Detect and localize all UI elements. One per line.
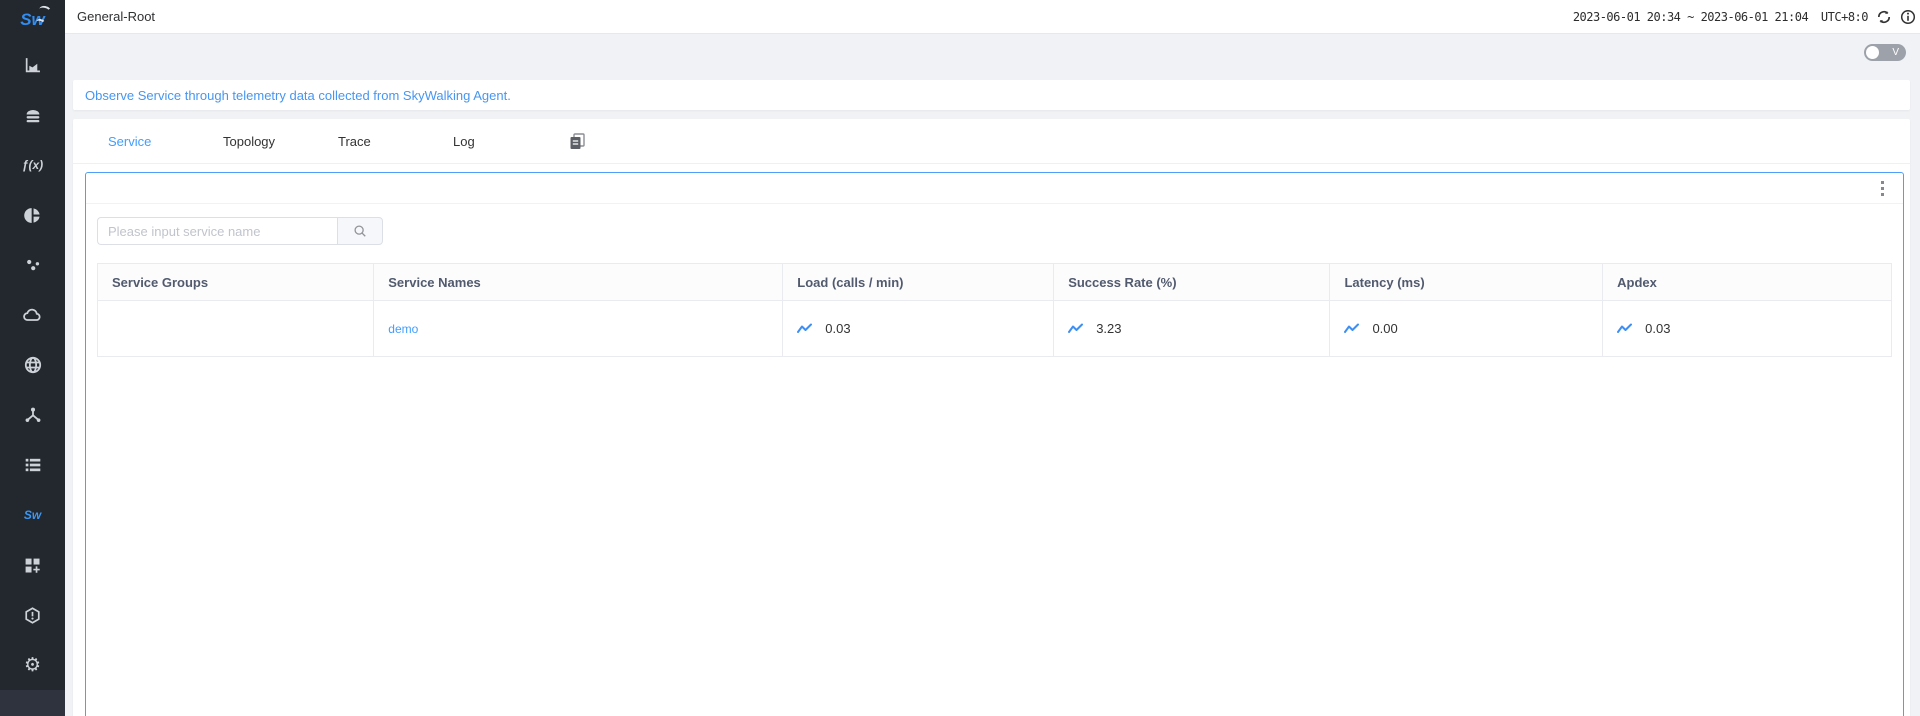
sidebar-item-skywalking[interactable]: Sw <box>0 490 65 540</box>
search-icon <box>353 224 367 238</box>
list-icon <box>24 457 42 473</box>
settings-gear-icon: ⚙ <box>24 656 41 675</box>
sidebar: Sw ƒ(x) <box>0 0 65 716</box>
toggle-knob <box>1866 46 1879 59</box>
info-icon[interactable] <box>1899 8 1916 25</box>
sidebar-item-profile[interactable] <box>0 190 65 240</box>
sidebar-collapse-footer[interactable] <box>0 690 65 716</box>
header-right-controls: 2023-06-01 20:34 ~ 2023-06-01 21:04 UTC+… <box>1573 8 1920 25</box>
col-service-groups: Service Groups <box>98 264 374 301</box>
apdex-metric: 0.03 <box>1617 321 1891 336</box>
col-service-names: Service Names <box>374 264 783 301</box>
dashboard-add-icon <box>24 557 41 574</box>
topology-icon <box>24 406 42 424</box>
dashboard-card: Service Topology Trace Log <box>73 119 1910 716</box>
service-table: Service Groups Service Names Load (calls… <box>97 263 1892 357</box>
sidebar-item-alarm[interactable] <box>0 590 65 640</box>
load-metric: 0.03 <box>797 321 1053 336</box>
tab-trace[interactable]: Trace <box>338 134 453 149</box>
trend-line-icon[interactable] <box>1068 323 1083 335</box>
sidebar-item-list[interactable] <box>0 440 65 490</box>
apdex-value: 0.03 <box>1645 321 1670 336</box>
col-success-rate: Success Rate (%) <box>1054 264 1330 301</box>
pie-icon <box>24 207 41 224</box>
sidebar-item-cloud[interactable] <box>0 290 65 340</box>
col-latency: Latency (ms) <box>1330 264 1603 301</box>
latency-value: 0.00 <box>1372 321 1397 336</box>
trend-line-icon[interactable] <box>797 323 812 335</box>
view-mode-toggle[interactable]: V <box>1864 44 1906 61</box>
refresh-icon[interactable] <box>1875 8 1892 25</box>
sidebar-nav: ƒ(x) <box>0 40 65 690</box>
sidebar-item-layers[interactable] <box>0 90 65 140</box>
col-apdex: Apdex <box>1603 264 1892 301</box>
tab-log[interactable]: Log <box>453 134 568 149</box>
service-search-button[interactable] <box>337 217 383 245</box>
copy-dashboard-icon[interactable] <box>568 132 588 150</box>
layers-icon <box>24 107 42 124</box>
trend-line-icon[interactable] <box>1344 323 1359 335</box>
kebab-menu-icon[interactable] <box>1878 178 1887 199</box>
card-body: Service Groups Service Names Load (calls… <box>73 164 1910 716</box>
toggle-label: V <box>1892 46 1899 59</box>
service-list-panel: Service Groups Service Names Load (calls… <box>85 172 1904 716</box>
sidebar-item-custom-dashboard[interactable] <box>0 540 65 590</box>
skywalking-icon: Sw <box>24 508 41 522</box>
page-title: General-Root <box>77 9 155 24</box>
skywalking-logo[interactable]: Sw <box>0 0 65 40</box>
top-header: General-Root 2023-06-01 20:34 ~ 2023-06-… <box>65 0 1920 34</box>
sidebar-item-settings[interactable]: ⚙ <box>0 640 65 690</box>
time-range-text: 2023-06-01 20:34 ~ 2023-06-01 21:04 <box>1573 10 1808 24</box>
sidebar-item-functions[interactable]: ƒ(x) <box>0 140 65 190</box>
service-search <box>97 217 1892 245</box>
cell-service-group <box>98 301 374 357</box>
load-value: 0.03 <box>825 321 850 336</box>
service-search-input[interactable] <box>97 217 337 245</box>
tabs-row: Service Topology Trace Log <box>73 119 1910 164</box>
tab-topology[interactable]: Topology <box>223 134 338 149</box>
main-content: V Observe Service through telemetry data… <box>65 34 1920 716</box>
scatter-dots-icon <box>25 257 41 273</box>
table-header-row: Service Groups Service Names Load (calls… <box>98 264 1892 301</box>
cloud-icon <box>23 307 42 323</box>
service-name-link[interactable]: demo <box>388 322 418 336</box>
trend-line-icon[interactable] <box>1617 323 1632 335</box>
success-rate-metric: 3.23 <box>1068 321 1329 336</box>
timezone-text: UTC+8:0 <box>1821 10 1868 24</box>
panel-header <box>86 173 1903 204</box>
globe-icon <box>24 356 42 374</box>
latency-metric: 0.00 <box>1344 321 1602 336</box>
panel-body: Service Groups Service Names Load (calls… <box>86 204 1903 357</box>
tab-service[interactable]: Service <box>108 134 223 149</box>
alert-hexagon-icon <box>24 607 41 624</box>
success-rate-value: 3.23 <box>1096 321 1121 336</box>
dashboard-chart-icon <box>24 57 41 74</box>
sidebar-item-dashboard[interactable] <box>0 40 65 90</box>
info-banner-text: Observe Service through telemetry data c… <box>85 88 511 103</box>
function-icon: ƒ(x) <box>22 158 43 172</box>
sidebar-item-browser[interactable] <box>0 340 65 390</box>
info-banner: Observe Service through telemetry data c… <box>73 80 1910 110</box>
col-load: Load (calls / min) <box>783 264 1054 301</box>
dashboard-toolbar: V <box>65 34 1920 64</box>
time-range-picker[interactable]: 2023-06-01 20:34 ~ 2023-06-01 21:04 UTC+… <box>1573 10 1868 24</box>
table-row: demo 0.03 <box>98 301 1892 357</box>
sidebar-item-events[interactable] <box>0 240 65 290</box>
sidebar-item-topology[interactable] <box>0 390 65 440</box>
